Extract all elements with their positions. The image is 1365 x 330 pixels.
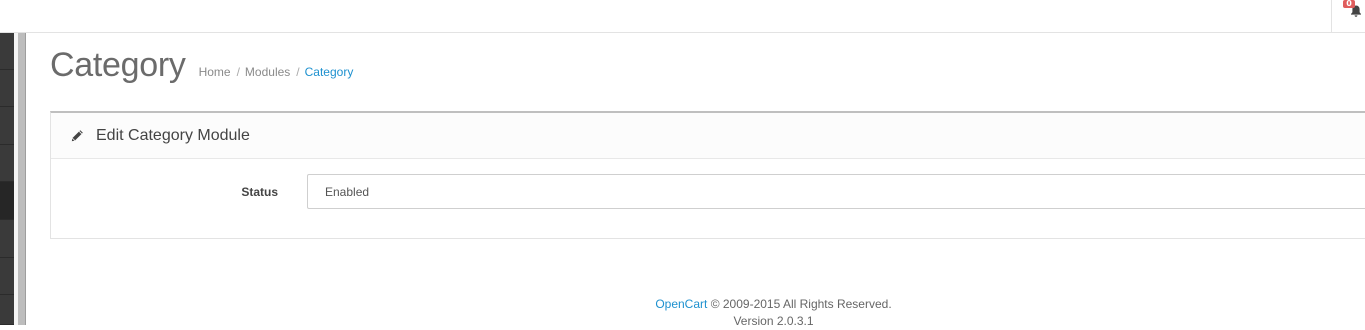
sidebar-item[interactable] [0,220,14,258]
sidebar-item[interactable] [0,258,14,295]
sidebar [0,33,14,325]
opencart-link[interactable]: OpenCart [655,297,707,311]
edit-module-panel: Edit Category Module Status Enabled [50,111,1365,239]
sidebar-item[interactable] [0,107,14,145]
top-header: 0 [0,0,1365,33]
sidebar-resize-handle[interactable] [18,33,26,325]
breadcrumb-modules[interactable]: Modules [245,65,290,79]
sidebar-item[interactable] [0,70,14,107]
breadcrumb-separator: / [296,65,300,79]
pencil-icon [71,129,83,141]
footer-copyright-line: OpenCart © 2009-2015 All Rights Reserved… [0,296,1365,313]
breadcrumb-category[interactable]: Category [305,65,354,79]
page-title: Category [50,46,186,84]
sidebar-item[interactable] [0,33,14,70]
breadcrumb-separator: / [236,65,240,79]
version-text: Version 2.0.3.1 [733,314,814,328]
sidebar-item-active[interactable] [0,182,14,220]
breadcrumb-home[interactable]: Home [199,65,231,79]
page-header: Category Home / Modules / Category [50,46,353,90]
panel-title: Edit Category Module [96,126,250,144]
copyright-text: © 2009-2015 All Rights Reserved. [710,297,892,311]
status-select[interactable]: Enabled [307,174,1365,209]
status-label: Status [241,185,278,199]
sidebar-item[interactable] [0,145,14,182]
status-form-row: Status Enabled [51,174,1365,210]
panel-heading: Edit Category Module [51,113,1365,159]
notifications-button[interactable]: 0 [1331,0,1365,33]
breadcrumb: Home / Modules / Category [199,65,354,79]
notification-badge: 0 [1343,0,1355,8]
